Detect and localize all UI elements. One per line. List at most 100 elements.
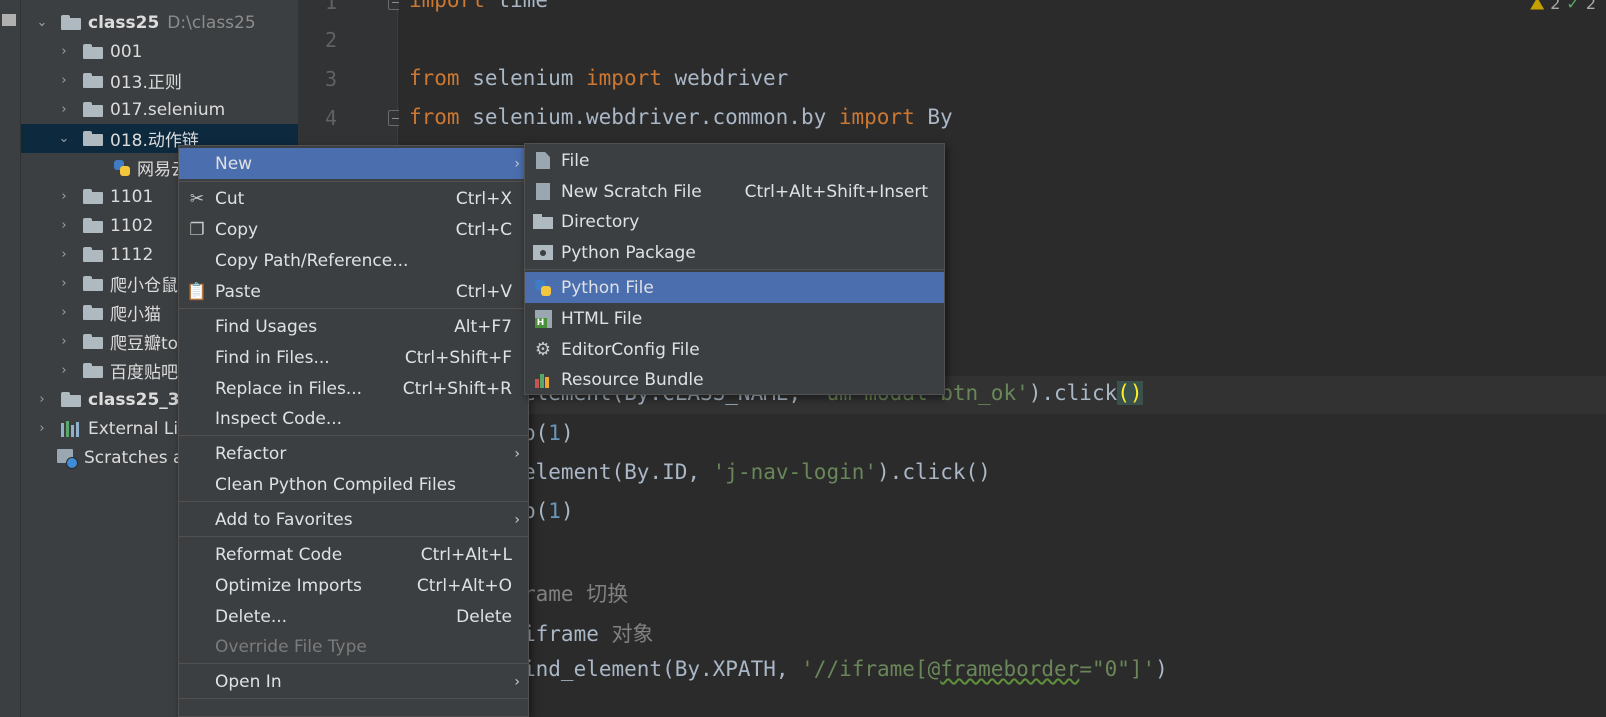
new-submenu: File New Scratch File Ctrl+Alt+Shift+Ins… xyxy=(524,143,945,395)
line-number: 3 xyxy=(324,67,337,91)
menu-item-find-usages[interactable]: Find Usages Alt+F7 xyxy=(179,311,528,342)
menu-label: Clean Python Compiled Files xyxy=(215,474,457,495)
code-line-12: p(1) xyxy=(523,421,574,445)
menu-item-new[interactable]: New › xyxy=(179,148,528,179)
folder-icon xyxy=(83,334,103,349)
chevron-right-icon[interactable]: › xyxy=(57,102,71,117)
folder-icon xyxy=(83,73,103,88)
menu-label: New xyxy=(215,153,253,174)
code-line-17: iframe 对象 xyxy=(523,622,654,646)
menu-item-paste[interactable]: 📋 Paste Ctrl+V xyxy=(179,276,528,307)
scratch-file-icon xyxy=(533,182,553,202)
menu-item-inspect-code[interactable]: Inspect Code... xyxy=(179,403,528,434)
code-line-4: from selenium.webdriver.common.by import… xyxy=(409,105,953,129)
menu-shortcut: Ctrl+Shift+F xyxy=(404,347,512,368)
code-line-13: element(By.ID, 'j-nav-login').click() xyxy=(523,460,991,484)
menu-item-add-favorites[interactable]: Add to Favorites › xyxy=(179,504,528,535)
submenu-item-directory[interactable]: Directory xyxy=(525,206,944,237)
submenu-item-python-file[interactable]: Python File xyxy=(525,272,944,303)
python-file-icon xyxy=(113,159,131,177)
menu-label: Copy Path/Reference... xyxy=(215,250,409,271)
chevron-right-icon[interactable]: › xyxy=(57,276,71,291)
menu-separator xyxy=(179,181,528,182)
tree-row-class25[interactable]: ⌄ class25 D:\class25 xyxy=(21,8,298,37)
menu-item-copy[interactable]: ❐ Copy Ctrl+C xyxy=(179,214,528,245)
menu-shortcut: Alt+F7 xyxy=(454,316,512,337)
chevron-right-icon[interactable]: › xyxy=(57,44,71,59)
menu-label: Copy xyxy=(215,219,259,240)
chevron-right-icon[interactable]: › xyxy=(57,305,71,320)
menu-item-copy-path[interactable]: Copy Path/Reference... xyxy=(179,245,528,276)
chevron-right-icon[interactable]: › xyxy=(57,247,71,262)
menu-shortcut: Ctrl+Alt+Shift+Insert xyxy=(744,181,928,202)
tree-label: 爬豆瓣to xyxy=(110,334,179,354)
menu-separator xyxy=(179,435,528,436)
tree-label: 013.正则 xyxy=(110,73,182,93)
folder-icon xyxy=(83,131,103,146)
menu-label: Python Package xyxy=(561,242,696,263)
menu-item-clean-compiled[interactable]: Clean Python Compiled Files xyxy=(179,469,528,500)
chevron-right-icon[interactable]: › xyxy=(57,189,71,204)
chevron-down-icon[interactable]: ⌄ xyxy=(35,15,49,30)
resource-bundle-icon xyxy=(533,370,553,390)
menu-item-cut[interactable]: ✂ Cut Ctrl+X xyxy=(179,183,528,214)
tree-row-013[interactable]: › 013.正则 xyxy=(21,66,298,95)
html-file-icon xyxy=(533,309,553,329)
tree-label: 1112 xyxy=(110,244,154,265)
submenu-item-python-package[interactable]: Python Package xyxy=(525,237,944,268)
menu-item-reformat[interactable]: Reformat Code Ctrl+Alt+L xyxy=(179,539,528,570)
submenu-arrow-icon: › xyxy=(514,511,520,528)
chevron-right-icon[interactable]: › xyxy=(57,73,71,88)
menu-item-replace-in-files[interactable]: Replace in Files... Ctrl+Shift+R xyxy=(179,373,528,404)
chevron-right-icon[interactable]: › xyxy=(35,421,49,436)
weak-warning-icon: ✓ xyxy=(1566,0,1580,13)
menu-label: Cut xyxy=(215,188,245,209)
chevron-right-icon[interactable]: › xyxy=(57,334,71,349)
menu-item-delete[interactable]: Delete... Delete xyxy=(179,601,528,632)
python-file-icon xyxy=(533,278,553,298)
folder-icon xyxy=(83,218,103,233)
folder-icon xyxy=(83,363,103,378)
menu-label: Refactor xyxy=(215,443,287,464)
tree-row-001[interactable]: › 001 xyxy=(21,37,298,66)
tree-label: 001 xyxy=(110,41,143,62)
tree-label: 1101 xyxy=(110,186,154,207)
chevron-right-icon[interactable]: › xyxy=(57,363,71,378)
menu-shortcut: Ctrl+C xyxy=(455,219,512,240)
submenu-item-html-file[interactable]: HTML File xyxy=(525,303,944,334)
chevron-right-icon[interactable]: › xyxy=(57,218,71,233)
folder-icon xyxy=(83,44,103,59)
menu-item-open-in[interactable]: Open In › xyxy=(179,666,528,697)
code-line-3: from selenium import webdriver xyxy=(409,66,789,90)
warning-count: 2 xyxy=(1550,0,1561,13)
submenu-item-editorconfig[interactable]: ⚙ EditorConfig File xyxy=(525,334,944,365)
inspection-status[interactable]: 2 ✓ 2 xyxy=(1530,0,1596,13)
menu-item-find-in-files[interactable]: Find in Files... Ctrl+Shift+F xyxy=(179,342,528,373)
folder-icon xyxy=(61,15,81,30)
code-line-16: rame 切换 xyxy=(523,582,629,606)
submenu-item-file[interactable]: File xyxy=(525,145,944,176)
folder-icon xyxy=(61,392,81,407)
line-number: 2 xyxy=(324,28,337,52)
tree-row-017[interactable]: › 017.selenium xyxy=(21,95,298,124)
menu-separator xyxy=(525,269,944,270)
line-number: 4 xyxy=(324,106,337,130)
menu-label: New Scratch File xyxy=(561,181,702,202)
menu-label: Find in Files... xyxy=(215,347,330,368)
submenu-item-resource-bundle[interactable]: Resource Bundle xyxy=(525,364,944,395)
folder-icon xyxy=(83,102,103,117)
tree-label: 百度贴吧 xyxy=(110,363,178,383)
submenu-arrow-icon: › xyxy=(514,673,520,690)
folder-icon xyxy=(83,276,103,291)
chevron-down-icon[interactable]: ⌄ xyxy=(57,131,71,146)
project-tab-icon[interactable] xyxy=(2,14,16,26)
library-icon xyxy=(61,420,81,437)
submenu-arrow-icon: › xyxy=(514,445,520,462)
chevron-right-icon[interactable]: › xyxy=(35,392,49,407)
tree-label: 017.selenium xyxy=(110,99,226,120)
submenu-item-scratch-file[interactable]: New Scratch File Ctrl+Alt+Shift+Insert xyxy=(525,176,944,207)
menu-item-optimize-imports[interactable]: Optimize Imports Ctrl+Alt+O xyxy=(179,570,528,601)
menu-item-refactor[interactable]: Refactor › xyxy=(179,438,528,469)
folder-icon xyxy=(83,247,103,262)
menu-label: Paste xyxy=(215,281,261,302)
